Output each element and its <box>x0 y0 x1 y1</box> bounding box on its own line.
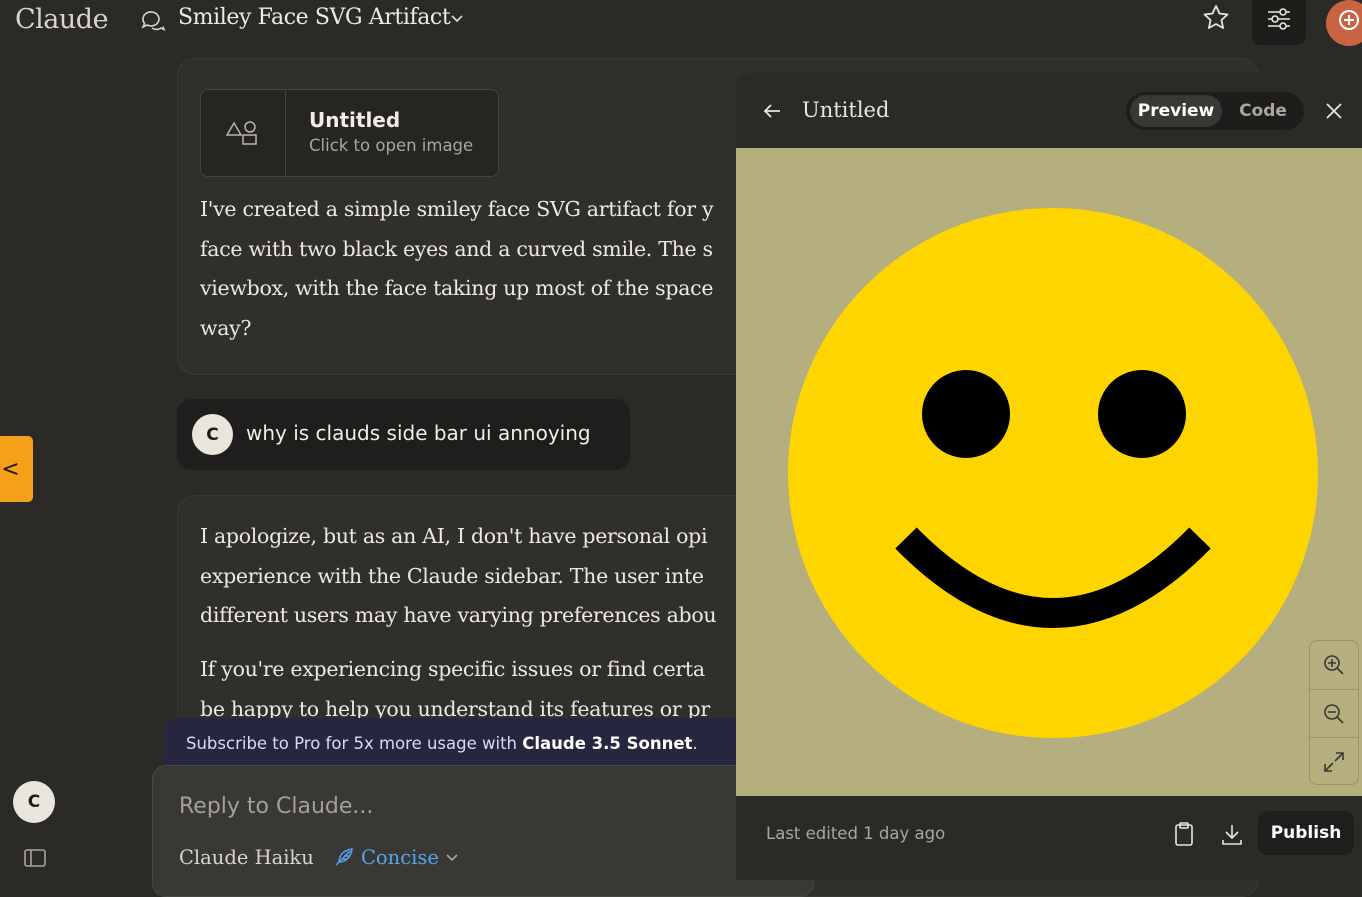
feather-icon <box>335 848 353 866</box>
text-line: face with two black eyes and a curved sm… <box>200 236 713 261</box>
text-line: way? <box>200 315 252 340</box>
chevron-down-icon[interactable] <box>450 12 464 26</box>
artifact-card[interactable]: Untitled Click to open image <box>200 89 499 177</box>
chat-bubbles-icon <box>141 11 166 32</box>
left-eye <box>922 370 1010 458</box>
claude-logo[interactable]: Claude <box>15 4 109 35</box>
artifact-panel: Untitled Preview Code Last edited 1 day … <box>736 73 1362 880</box>
settings-button[interactable] <box>1252 0 1306 45</box>
subscribe-prefix: Subscribe to Pro for 5x more usage with <box>186 734 523 753</box>
zoom-in-icon <box>1324 654 1344 675</box>
artifact-title: Untitled <box>309 108 401 132</box>
conversation-title[interactable]: Smiley Face SVG Artifact <box>178 5 451 30</box>
text-line: I apologize, but as an AI, I don't have … <box>200 524 708 548</box>
zoom-out-icon <box>1324 703 1344 724</box>
assistant-message-text: I've created a simple smiley face SVG ar… <box>200 190 714 348</box>
user-avatar: C <box>192 414 233 455</box>
text-line: different users may have varying prefere… <box>200 603 717 627</box>
zoom-in-button[interactable] <box>1310 641 1358 688</box>
smiley-face-image <box>788 208 1318 738</box>
tab-code[interactable]: Code <box>1226 95 1300 127</box>
plus-circle-icon <box>1339 10 1359 30</box>
view-toggle: Preview Code <box>1126 92 1304 130</box>
zoom-controls <box>1309 640 1359 785</box>
subscribe-text: Subscribe to Pro for 5x more usage with … <box>186 734 698 753</box>
user-avatar[interactable]: C <box>13 781 55 823</box>
sidebar-panel-icon[interactable] <box>24 849 46 867</box>
fit-screen-button[interactable] <box>1310 737 1358 785</box>
clipboard-icon[interactable] <box>1172 821 1196 847</box>
close-icon[interactable] <box>1322 99 1346 123</box>
artifact-panel-title: Untitled <box>802 98 890 122</box>
right-eye <box>1098 370 1186 458</box>
subscribe-model-name: Claude 3.5 Sonnet <box>522 734 693 753</box>
assistant-message-paragraph: I apologize, but as an AI, I don't have … <box>200 517 717 636</box>
artifact-thumbnail <box>201 90 286 176</box>
style-selector[interactable]: Concise <box>333 844 459 870</box>
text-line: If you're experiencing specific issues o… <box>200 657 705 681</box>
publish-button[interactable]: Publish <box>1258 811 1354 855</box>
model-selector[interactable]: Claude Haiku <box>179 846 314 869</box>
subscribe-suffix: . <box>692 734 698 753</box>
reply-composer[interactable]: Reply to Claude... Claude Haiku Concise <box>152 765 814 897</box>
sidebar-toggle-button[interactable]: < <box>0 436 33 502</box>
sliders-icon <box>1268 8 1290 30</box>
arrow-left-icon[interactable] <box>760 99 784 123</box>
subscribe-banner[interactable]: Subscribe to Pro for 5x more usage with … <box>164 718 804 770</box>
download-icon[interactable] <box>1220 821 1244 847</box>
last-edited-label: Last edited 1 day ago <box>766 824 946 843</box>
star-icon[interactable] <box>1200 2 1232 34</box>
smiley-face <box>788 208 1318 738</box>
chevron-down-icon <box>446 854 458 862</box>
artifact-subtitle: Click to open image <box>309 136 474 155</box>
new-chat-button[interactable] <box>1326 0 1362 46</box>
expand-icon <box>1324 751 1344 772</box>
zoom-out-button[interactable] <box>1310 689 1358 737</box>
text-line: experience with the Claude sidebar. The … <box>200 563 704 588</box>
user-message-text: why is clauds side bar ui annoying <box>246 421 591 445</box>
reply-input[interactable]: Reply to Claude... <box>179 794 373 819</box>
tab-preview[interactable]: Preview <box>1130 95 1222 127</box>
user-message: C why is clauds side bar ui annoying <box>177 399 630 470</box>
shapes-icon <box>226 121 257 145</box>
style-label: Concise <box>361 845 439 869</box>
artifact-preview-canvas <box>736 148 1362 796</box>
text-line: viewbox, with the face taking up most of… <box>200 276 714 300</box>
text-line: I've created a simple smiley face SVG ar… <box>200 197 714 221</box>
